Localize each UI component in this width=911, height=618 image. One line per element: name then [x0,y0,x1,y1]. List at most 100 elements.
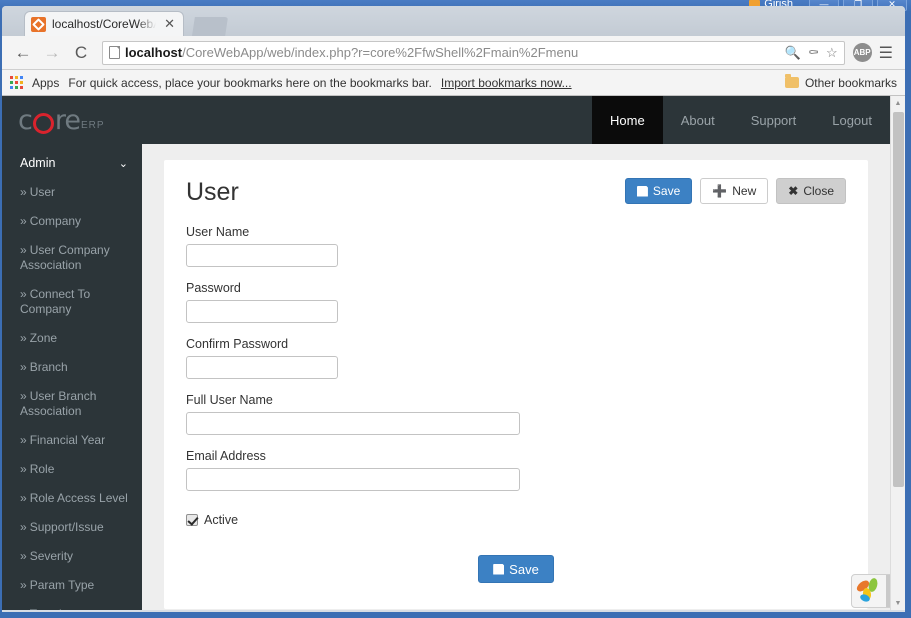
active-checkbox[interactable] [186,514,198,526]
chevron-down-icon: ⌄ [118,157,128,170]
adblock-plus-icon[interactable]: ABP [852,43,872,62]
password-input[interactable] [186,300,338,323]
url-path: /CoreWebApp/web/index.php?r=core%2FfwShe… [182,45,579,60]
other-bookmarks-label: Other bookmarks [804,75,897,90]
sidebar-item-label: User Branch Association [20,389,97,418]
scroll-up-arrow-icon[interactable]: ▲ [891,96,905,110]
sidebar-item-template[interactable]: »Template [2,600,142,610]
sidebar-item-user[interactable]: » User [2,178,142,207]
confirm-password-input[interactable] [186,356,338,379]
scrollbar-thumb[interactable] [893,112,904,487]
nav-item-home[interactable]: Home [592,96,663,144]
leaf-logo-svg [856,578,878,602]
sidebar-item-param-type[interactable]: » Param Type [2,571,142,600]
bottom-save-button[interactable]: Save [478,555,554,583]
bullet-icon: » [20,389,27,403]
web-page: c re ERP Home About Support Logout Admin… [2,96,890,610]
field-group-password: Password [186,281,846,323]
sidebar-group-admin[interactable]: Admin ⌄ [2,148,142,178]
star-icon[interactable]: ☆ [826,45,838,61]
sidebar-item-label: Branch [29,360,68,374]
sidebar-item-role[interactable]: » Role [2,455,142,484]
scroll-down-arrow-icon[interactable]: ▼ [891,596,905,610]
new-tab-button[interactable] [192,17,228,36]
full-user-name-input[interactable] [186,412,520,435]
import-bookmarks-link[interactable]: Import bookmarks now... [441,76,572,90]
close-tab-icon[interactable]: ✕ [162,16,177,32]
save-button[interactable]: Save [624,178,693,204]
user-form: User Name Password Confirm Password Full… [186,225,846,583]
sidebar-item-branch[interactable]: » Branch [2,353,142,382]
sidebar-item-zone[interactable]: » Zone [2,324,142,353]
page-info-icon[interactable] [109,46,120,59]
sidebar-item-label: Financial Year [29,433,106,447]
nav-item-about[interactable]: About [663,96,733,144]
address-bar[interactable]: localhost/CoreWebApp/web/index.php?r=cor… [102,40,845,65]
sidebar-item-severity[interactable]: » Severity [2,542,142,571]
apps-grid-icon[interactable] [10,76,23,89]
apps-label[interactable]: Apps [32,76,59,90]
logo-text-after: re [54,104,81,136]
logo-text-before: c [18,104,33,136]
browser-tab-active[interactable]: localhost/CoreWebA ✕ [24,11,184,36]
sidebar-item-support-issue[interactable]: » Support/Issue [2,513,142,542]
core-erp-logo: c re ERP [18,107,105,134]
full-user-name-label: Full User Name [186,393,273,407]
reload-icon[interactable]: C [68,40,94,66]
sidebar-item-label: Connect To Company [20,287,91,316]
x-icon: ✖ [788,184,799,198]
url-text: localhost/CoreWebApp/web/index.php?r=cor… [125,45,780,60]
forward-icon[interactable]: → [39,40,65,66]
sidebar: Admin ⌄ » User » Company » User Company Ass… [2,144,142,610]
page-scrollbar[interactable]: ▲ ▼ [890,96,905,610]
xampp-icon [31,16,46,32]
sidebar-item-connect-to-company[interactable]: » Connect To Company [2,280,142,324]
other-bookmarks[interactable]: Other bookmarks [784,74,897,90]
tab-title: localhost/CoreWebA [52,17,157,31]
browser-toolbar: ← → C localhost/CoreWebApp/web/index.php… [2,36,905,70]
active-checkbox-row[interactable]: Active [186,513,846,527]
floppy-disk-icon [493,563,505,575]
sidebar-item-label: Role Access Level [29,491,128,505]
email-address-input[interactable] [186,468,520,491]
bullet-icon: » [20,214,27,228]
bullet-icon: » [20,491,27,505]
folder-icon [784,74,799,88]
bullet-icon: » [20,462,27,476]
sidebar-item-user-company-association[interactable]: » User Company Association [2,236,142,280]
password-label: Password [186,281,241,295]
user-form-card: User Save ➕ New ✖ Close User Name Passwo… [164,160,868,609]
sidebar-item-label: Template [30,607,79,610]
nav-item-logout[interactable]: Logout [814,96,890,144]
nav-item-support[interactable]: Support [733,96,815,144]
bullet-icon: » [20,360,27,374]
brand-logo[interactable]: c re ERP [2,96,142,144]
logo-o-ring [32,112,54,134]
sidebar-item-company[interactable]: » Company [2,207,142,236]
logo-suffix: ERP [80,119,105,131]
bookmarks-hint: For quick access, place your bookmarks h… [68,75,432,90]
field-group-confirm-password: Confirm Password [186,337,846,379]
main-content: User Save ➕ New ✖ Close User Name Passwo… [142,144,890,610]
username-input[interactable] [186,244,338,267]
colorful-leaf-logo-icon[interactable] [852,575,886,607]
hamburger-menu-icon[interactable]: ☰ [875,43,897,63]
sidebar-item-financial-year[interactable]: » Financial Year [2,426,142,455]
email-address-label: Email Address [186,449,266,463]
sidebar-item-user-branch-association[interactable]: » User Branch Association [2,382,142,426]
field-group-username: User Name [186,225,846,267]
bottom-actions: Save [186,555,846,583]
field-group-full-user-name: Full User Name [186,393,846,435]
key-icon[interactable]: ⚰ [808,45,819,61]
bullet-icon: » [20,549,27,563]
bullet-icon: » [20,520,27,534]
sidebar-item-label: Param Type [29,578,95,592]
new-button[interactable]: ➕ New [700,178,769,204]
search-icon[interactable]: 🔍 [785,45,801,61]
sidebar-item-role-access-level[interactable]: » Role Access Level [2,484,142,513]
back-icon[interactable]: ← [10,40,36,66]
page-viewport: c re ERP Home About Support Logout Admin… [2,96,905,610]
close-button-label: Close [803,184,834,198]
bullet-icon: » [20,287,27,301]
close-button[interactable]: ✖ Close [776,178,846,204]
